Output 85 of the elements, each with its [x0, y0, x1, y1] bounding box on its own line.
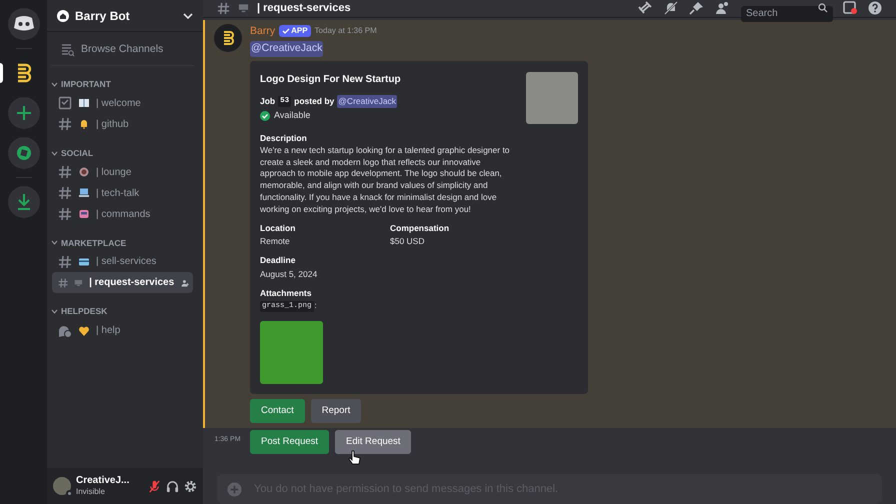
colon-text: : — [314, 300, 317, 312]
category-header[interactable]: SOCIAL — [61, 146, 94, 160]
channel-item[interactable]: | tech-talk — [52, 182, 193, 204]
hash-icon — [58, 117, 72, 132]
add-server-icon[interactable] — [8, 97, 40, 129]
bot-avatar[interactable] — [214, 24, 242, 52]
members-icon[interactable] — [715, 1, 731, 16]
checklist-icon — [58, 96, 72, 110]
hash-icon — [58, 254, 72, 269]
user-mention[interactable]: @CreativeJack — [337, 95, 398, 108]
channel-item[interactable]: | github — [52, 114, 193, 135]
monitor-icon — [238, 3, 249, 14]
microphone-muted-icon[interactable] — [148, 480, 161, 492]
chevron-icon[interactable] — [51, 308, 58, 316]
card-icon — [78, 256, 90, 268]
hash-icon — [58, 276, 68, 290]
home-icon — [57, 10, 69, 22]
photo-placeholder — [526, 72, 578, 124]
channel-item[interactable]: | sell-services — [52, 251, 193, 272]
channel-item[interactable]: | help — [52, 320, 193, 341]
browse-channels-link[interactable]: Browse Channels — [81, 42, 164, 58]
headphones-icon[interactable] — [166, 480, 179, 492]
compass-icon[interactable] — [8, 137, 40, 169]
bell-muted-icon[interactable] — [663, 1, 679, 16]
chat-bubbles-icon — [58, 324, 72, 338]
field-value: August 5, 2024 — [260, 268, 318, 281]
settings-icon[interactable] — [184, 480, 197, 492]
hash-icon — [58, 186, 72, 200]
robot-face-icon — [78, 208, 90, 220]
field-label: Location — [260, 222, 296, 234]
bell-icon — [78, 118, 90, 130]
search-icon — [818, 3, 828, 14]
server-name: Barry Bot — [75, 8, 131, 24]
avatar[interactable] — [53, 477, 71, 495]
user-mention[interactable]: @CreativeJack — [250, 41, 324, 57]
hash-icon — [58, 165, 72, 179]
book-icon — [78, 97, 90, 110]
chat-bubble-logo-icon[interactable] — [8, 8, 40, 40]
job-label: Job — [260, 95, 276, 108]
chevron-icon[interactable] — [51, 80, 58, 88]
check-circle-icon — [260, 110, 270, 120]
hash-icon — [58, 207, 72, 221]
field-label: Attachments — [260, 286, 312, 300]
check-icon — [282, 27, 290, 36]
channel-item[interactable]: | lounge — [52, 162, 193, 182]
photo-placeholder — [260, 321, 323, 384]
description-text: We're a new tech startup looking for a talented graphic designer to create a sleek and modern logo that reflects our innovative approach to mobile app development. The logo should be clean, memorable, and align with our brand values of simplicity and functionality. If you have a knack for minimalist design and love working on exciting projects, we'd love to hear from you! — [260, 144, 511, 216]
posted-by-label: posted by — [294, 95, 334, 108]
pin-icon[interactable] — [689, 1, 705, 16]
channel-item[interactable]: | request-services — [52, 272, 193, 294]
category-header[interactable]: IMPORTANT — [61, 78, 111, 91]
field-label: Compensation — [390, 222, 450, 234]
author-name[interactable]: Barry — [250, 24, 276, 40]
embed-title: Logo Design For New Startup — [260, 73, 402, 87]
channel-title: | request-services — [257, 1, 352, 16]
channel-item[interactable]: | welcome — [52, 92, 193, 114]
chevron-icon[interactable] — [51, 150, 58, 157]
cup-icon — [78, 166, 90, 178]
category-header[interactable]: HELPDESK — [61, 305, 108, 318]
field-label: Description — [260, 132, 308, 145]
timestamp: Today at 1:36 PM — [314, 25, 377, 38]
laptop-icon — [78, 187, 90, 199]
action-button[interactable]: Contact — [250, 399, 305, 424]
action-button[interactable]: Report — [310, 399, 362, 424]
action-button[interactable]: Post Request — [250, 430, 330, 454]
user-status: Invisible — [76, 486, 106, 497]
heart-icon — [78, 324, 90, 336]
category-header[interactable]: MARKETPLACE — [61, 236, 126, 250]
status-label: Available — [274, 108, 310, 122]
field-value: $50 USD — [390, 235, 426, 248]
threads-icon[interactable] — [637, 1, 653, 16]
download-icon[interactable] — [8, 186, 40, 218]
pointer-cursor-icon — [348, 450, 362, 466]
browse-list-icon — [61, 42, 75, 56]
username: CreativeJ... — [76, 475, 130, 486]
field-label: Deadline — [260, 254, 296, 267]
field-value: Remote — [260, 235, 291, 248]
chevron-down-icon[interactable] — [183, 12, 193, 20]
inbox-icon[interactable] — [843, 1, 858, 16]
hash-icon — [217, 2, 230, 15]
app-badge: APP — [279, 25, 311, 38]
search-field[interactable]: Search — [741, 6, 833, 22]
chevron-icon[interactable] — [51, 239, 58, 246]
help-icon[interactable] — [868, 1, 882, 16]
channel-item[interactable]: | commands — [52, 204, 193, 224]
